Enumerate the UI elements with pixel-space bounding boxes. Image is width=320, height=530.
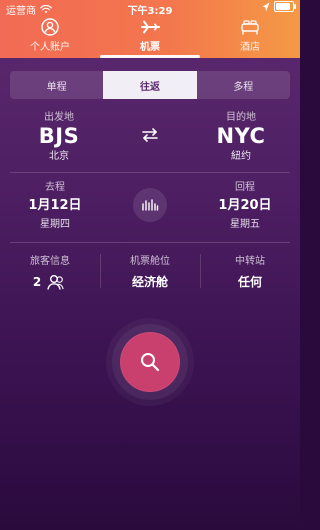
destination-code: NYC: [216, 124, 266, 148]
return-date: 1月20日: [218, 198, 272, 213]
origin-selector[interactable]: 出发地 BJS 北京: [14, 108, 104, 162]
calendar-bars-icon: [142, 199, 159, 211]
divider-route-dates: [10, 172, 290, 173]
cabin-value: 经济舱: [131, 275, 168, 289]
flight-search-screen: 运营商 下午3:29 个人账户 机票 酒店 单程 往返 多程 出发地 BJS 北…: [0, 0, 300, 530]
trip-type-one-way[interactable]: 单程: [10, 71, 103, 99]
transfer-stop[interactable]: 中转站 任何: [200, 252, 300, 302]
return-date-selector[interactable]: 回程 1月20日 星期五: [190, 178, 300, 230]
battery-fill: [276, 3, 290, 10]
bed-icon: [241, 20, 259, 35]
search-icon: [141, 353, 160, 372]
main-tabs: 个人账户 机票 酒店: [0, 16, 300, 58]
passenger-label: 旅客信息: [30, 256, 70, 267]
route-section: 出发地 BJS 北京 目的地 NYC 紐约: [0, 108, 300, 172]
trip-type-segmented-control: 单程 往返 多程: [10, 71, 290, 99]
divider-dates-info: [10, 242, 290, 243]
tab-account[interactable]: 个人账户: [0, 16, 100, 58]
search-area: [106, 318, 194, 406]
passengers-icon: [47, 275, 64, 290]
dates-section: 去程 1月12日 星期四 回程 1月20日 星期五: [0, 178, 300, 242]
depart-date: 1月12日: [28, 198, 82, 213]
origin-code: BJS: [38, 124, 80, 148]
depart-weekday: 星期四: [40, 219, 70, 230]
cabin-label: 机票舱位: [130, 256, 170, 267]
destination-city: 紐约: [231, 151, 251, 162]
return-label: 回程: [235, 182, 255, 193]
tab-hotel-label: 酒店: [240, 42, 260, 53]
tab-flights-label: 机票: [140, 42, 160, 53]
user-icon: [41, 18, 59, 36]
origin-city: 北京: [49, 151, 69, 162]
search-button[interactable]: [120, 332, 180, 392]
passenger-info[interactable]: 旅客信息 2: [0, 252, 100, 302]
top-bar: 运营商 下午3:29 个人账户 机票 酒店: [0, 0, 300, 58]
status-bar: 运营商 下午3:29: [0, 0, 300, 17]
destination-label: 目的地: [226, 112, 256, 123]
transfer-value: 任何: [237, 275, 262, 289]
passenger-count: 2: [32, 275, 42, 289]
calendar-button[interactable]: [133, 188, 167, 222]
status-right: [262, 1, 296, 12]
tab-hotel[interactable]: 酒店: [200, 16, 300, 58]
tab-account-label: 个人账户: [30, 42, 70, 53]
trip-type-round-trip[interactable]: 往返: [103, 71, 197, 99]
location-arrow-icon: [262, 2, 270, 11]
transfer-label: 中转站: [235, 256, 265, 267]
passenger-value: 2: [0, 273, 100, 291]
origin-label: 出发地: [44, 112, 74, 123]
trip-type-multi-city[interactable]: 多程: [197, 71, 290, 99]
battery-icon: [274, 1, 296, 12]
status-time: 下午3:29: [127, 6, 173, 17]
trip-info-section: 旅客信息 2 机票舱位 经济舱 中转站 任何: [0, 252, 300, 302]
depart-label: 去程: [45, 182, 65, 193]
tab-flights[interactable]: 机票: [100, 16, 200, 58]
swap-route-button[interactable]: [138, 123, 162, 147]
depart-date-selector[interactable]: 去程 1月12日 星期四: [0, 178, 110, 230]
plane-icon: [141, 20, 160, 34]
cabin-class[interactable]: 机票舱位 经济舱: [100, 252, 200, 302]
active-tab-indicator: [100, 55, 200, 58]
return-weekday: 星期五: [230, 219, 260, 230]
swap-arrows-icon: [142, 128, 158, 142]
destination-selector[interactable]: 目的地 NYC 紐约: [196, 108, 286, 162]
